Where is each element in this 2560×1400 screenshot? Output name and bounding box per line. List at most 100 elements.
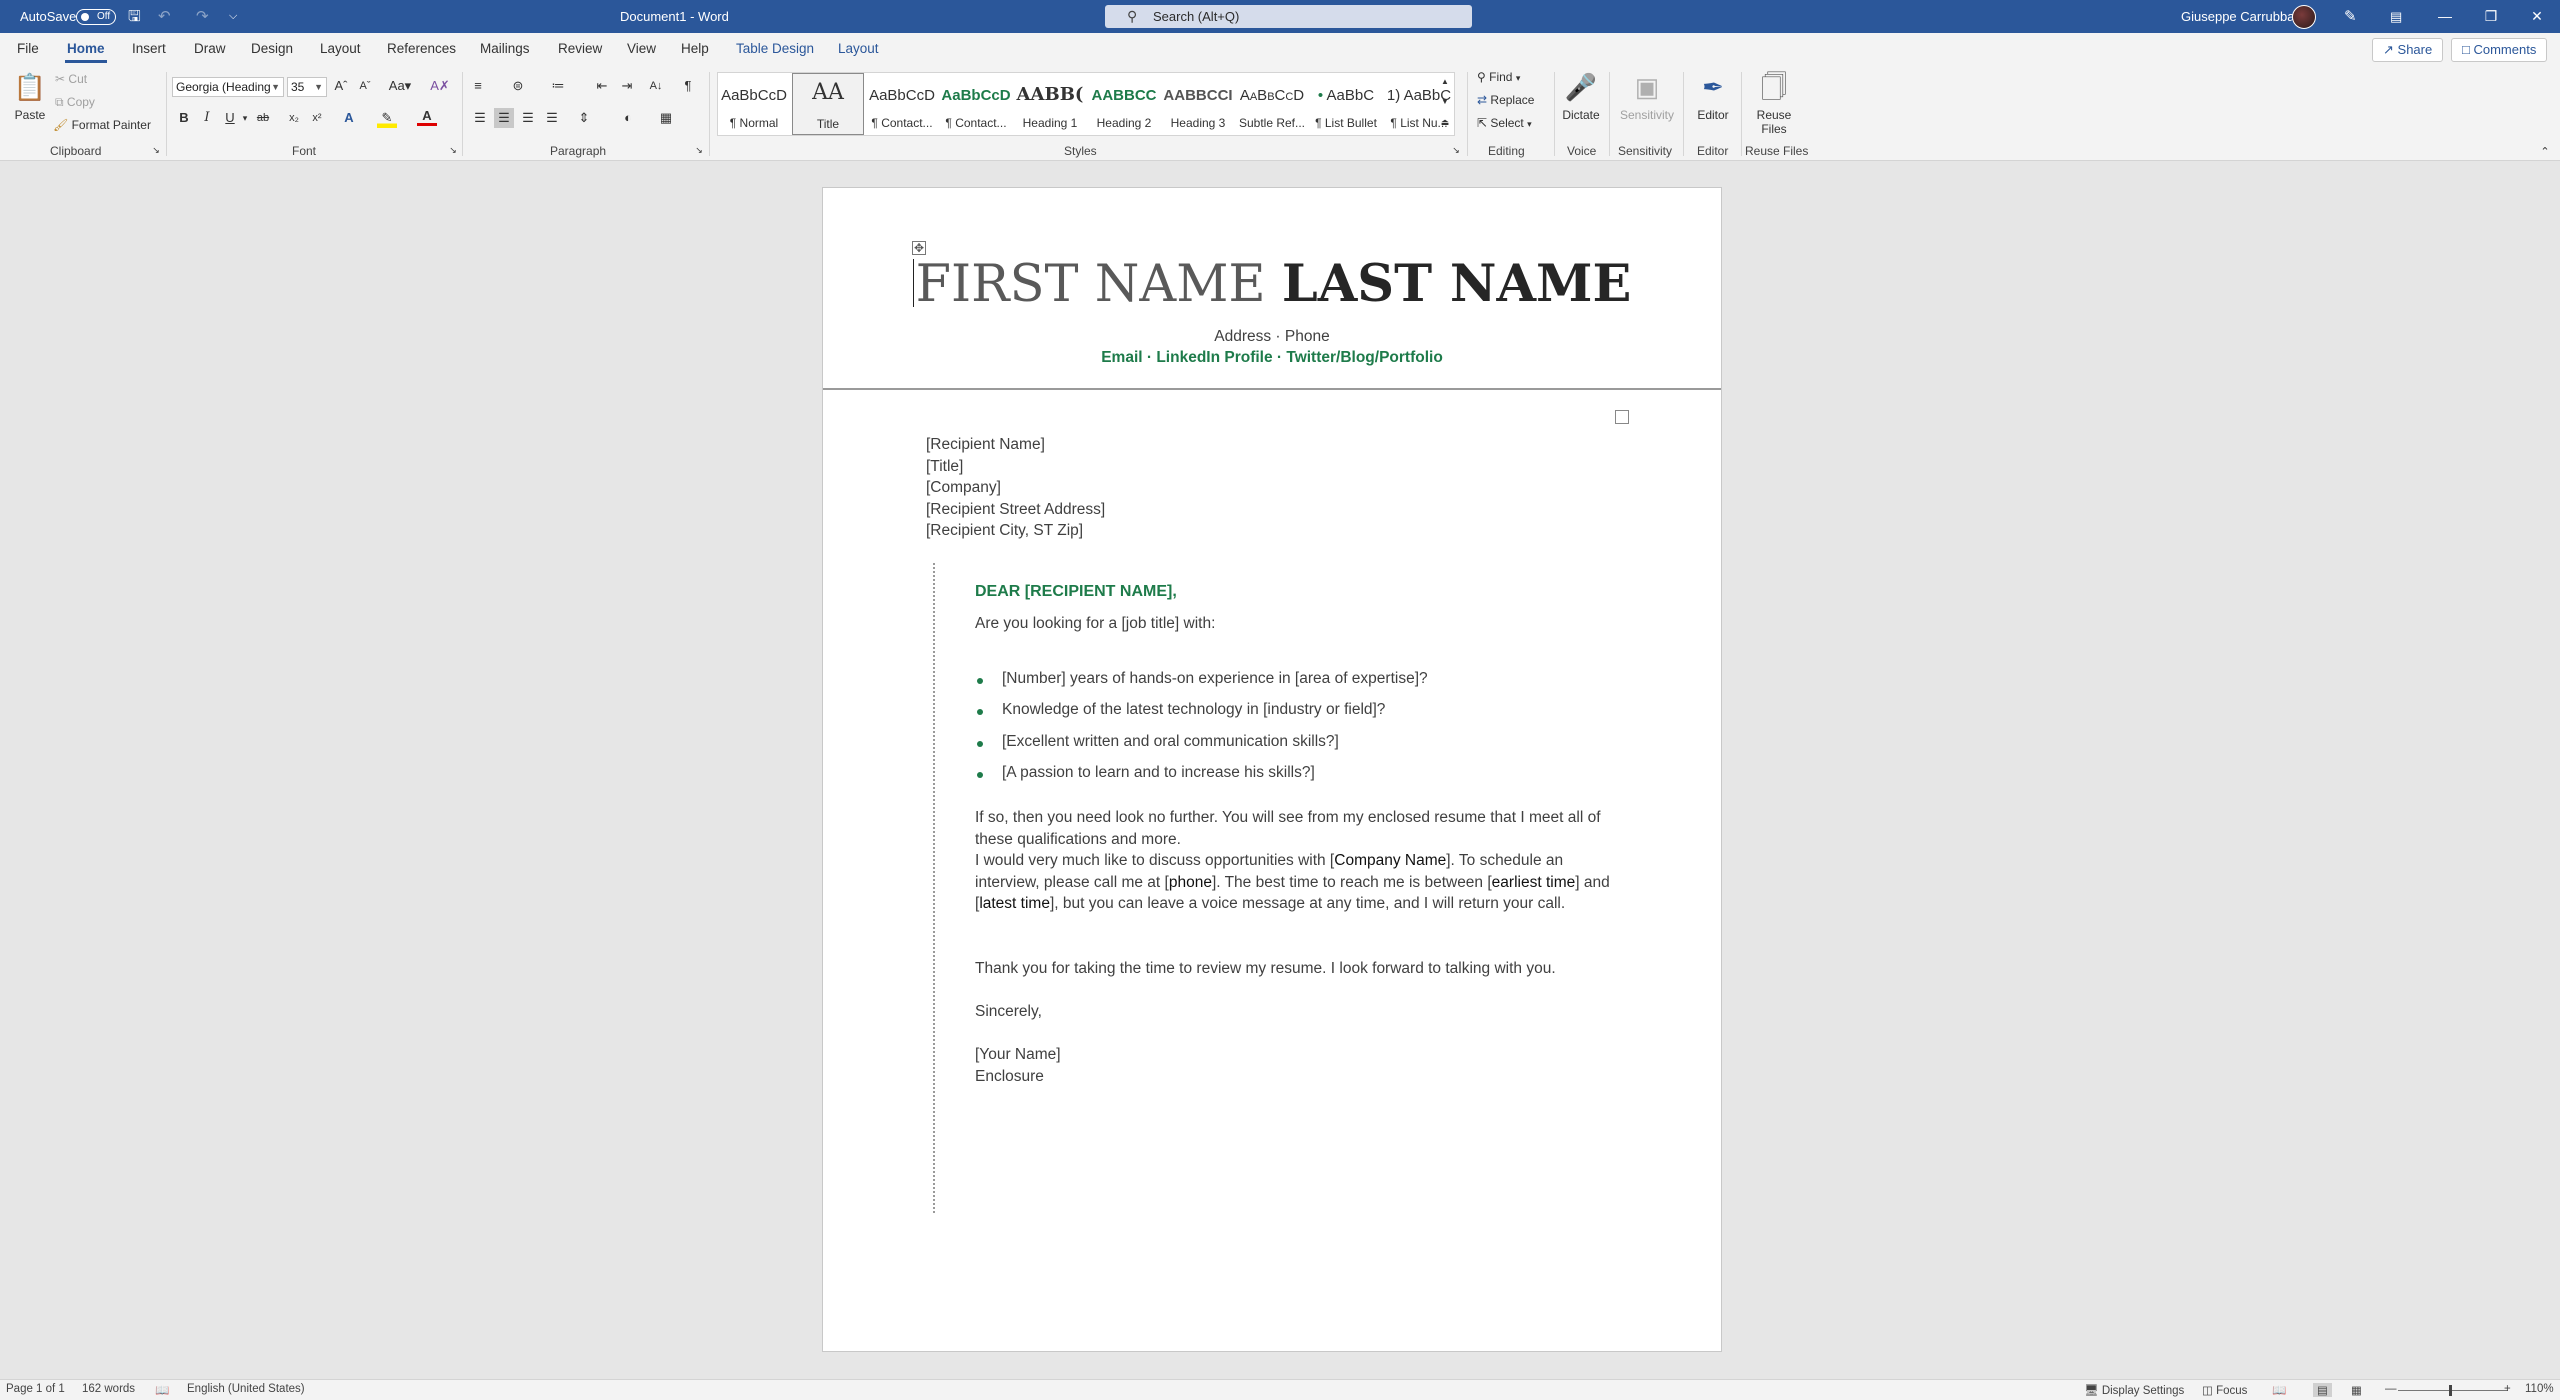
- format-painter-button[interactable]: 🖌 Format Painter: [53, 118, 151, 132]
- tab-mailings[interactable]: Mailings: [480, 41, 530, 56]
- highlight-icon[interactable]: ✎: [377, 108, 397, 128]
- page[interactable]: ✥ FIRST NAME LAST NAME Address · Phone E…: [822, 187, 1722, 1352]
- first-name[interactable]: FIRST NAME: [916, 255, 1266, 314]
- tab-table-layout[interactable]: Layout: [838, 41, 879, 56]
- zoom-level[interactable]: 110%: [2525, 1383, 2554, 1395]
- style-list-bullet[interactable]: • AaBbC ¶ List Bullet: [1310, 73, 1382, 135]
- clear-formatting-icon[interactable]: A✗: [430, 76, 450, 96]
- styles-scroll-up-icon[interactable]: ▲: [1437, 72, 1453, 92]
- paragraph-qualifications[interactable]: If so, then you need look no further. Yo…: [975, 807, 1625, 850]
- close-icon[interactable]: ✕: [2514, 0, 2560, 33]
- page-count[interactable]: Page 1 of 1: [6, 1383, 65, 1395]
- bullets-icon[interactable]: ≡: [468, 76, 488, 96]
- recipient-name[interactable]: [Recipient Name]: [926, 434, 1105, 456]
- align-center-icon[interactable]: ☰: [494, 108, 514, 128]
- paragraph-launcher-icon[interactable]: ↘: [693, 144, 705, 156]
- recipient-street[interactable]: [Recipient Street Address]: [926, 499, 1105, 521]
- paragraph-schedule[interactable]: I would very much like to discuss opport…: [975, 850, 1625, 915]
- minimize-icon[interactable]: —: [2422, 0, 2468, 33]
- tab-view[interactable]: View: [627, 41, 656, 56]
- your-name[interactable]: [Your Name]: [975, 1044, 1625, 1066]
- sort-icon[interactable]: A↓: [646, 76, 666, 96]
- tab-references[interactable]: References: [387, 41, 456, 56]
- last-name[interactable]: LAST NAME: [1282, 254, 1631, 314]
- style-heading-3[interactable]: AABBCCI Heading 3: [1162, 73, 1234, 135]
- customize-toolbar-icon[interactable]: ⌵: [229, 0, 237, 33]
- clipboard-launcher-icon[interactable]: ↘: [150, 144, 162, 156]
- chevron-down-icon[interactable]: ▾: [240, 108, 250, 128]
- display-settings-button[interactable]: 🖥 Display Settings: [2084, 1383, 2184, 1397]
- justify-icon[interactable]: ☰: [542, 108, 562, 128]
- zoom-out-icon[interactable]: —: [2385, 1383, 2397, 1395]
- tab-layout[interactable]: Layout: [320, 41, 361, 56]
- select-button[interactable]: ⇱ Select ▾: [1477, 116, 1532, 130]
- cut-button[interactable]: ✂ Cut: [55, 72, 87, 86]
- tab-help[interactable]: Help: [681, 41, 709, 56]
- address-phone[interactable]: Address · Phone: [823, 328, 1721, 346]
- numbering-icon[interactable]: ⊜: [508, 76, 528, 96]
- enclosure[interactable]: Enclosure: [975, 1066, 1625, 1088]
- earliest-time-placeholder[interactable]: earliest time: [1492, 874, 1576, 891]
- tab-insert[interactable]: Insert: [132, 41, 166, 56]
- ribbon-display-icon[interactable]: ▤: [2390, 0, 2402, 33]
- font-launcher-icon[interactable]: ↘: [447, 144, 459, 156]
- phone-placeholder[interactable]: phone: [1169, 874, 1212, 891]
- intro-paragraph[interactable]: Are you looking for a [job title] with:: [975, 613, 1625, 635]
- style-normal[interactable]: AaBbCcD ¶ Normal: [718, 73, 790, 135]
- undo-icon[interactable]: ↶: [158, 0, 171, 33]
- recipient-city[interactable]: [Recipient City, ST Zip]: [926, 520, 1105, 542]
- tab-file[interactable]: File: [17, 41, 39, 56]
- contact-links[interactable]: Email · LinkedIn Profile · Twitter/Blog/…: [823, 349, 1721, 367]
- editor-button[interactable]: ✒ Editor: [1690, 70, 1736, 122]
- subscript-icon[interactable]: x₂: [284, 108, 304, 128]
- superscript-icon[interactable]: x²: [307, 108, 327, 128]
- name-heading[interactable]: FIRST NAME LAST NAME: [823, 254, 1721, 314]
- increase-indent-icon[interactable]: ⇥: [617, 76, 637, 96]
- zoom-slider[interactable]: [2398, 1390, 2508, 1391]
- borders-icon[interactable]: ▦: [656, 108, 676, 128]
- comments-button[interactable]: □ Comments: [2451, 38, 2548, 62]
- closing[interactable]: Sincerely,: [975, 1001, 1625, 1023]
- proofing-icon[interactable]: 📖: [155, 1383, 169, 1397]
- sensitivity-button[interactable]: ▣ Sensitivity: [1614, 70, 1680, 122]
- salutation[interactable]: DEAR [RECIPIENT NAME],: [975, 583, 1177, 601]
- paste-button[interactable]: 📋 Paste: [12, 70, 48, 122]
- style-contact-1[interactable]: AaBbCcD ¶ Contact...: [866, 73, 938, 135]
- grow-font-icon[interactable]: Aˆ: [331, 76, 351, 96]
- recipient-block[interactable]: [Recipient Name] [Title] [Company] [Reci…: [926, 434, 1105, 542]
- tab-design[interactable]: Design: [251, 41, 293, 56]
- decrease-indent-icon[interactable]: ⇤: [592, 76, 612, 96]
- style-contact-2[interactable]: AaBbCcD ¶ Contact...: [940, 73, 1012, 135]
- text-effects-icon[interactable]: A: [339, 108, 359, 128]
- styles-more-icon[interactable]: ⏏: [1437, 112, 1453, 132]
- web-layout-icon[interactable]: ▦: [2351, 1383, 2362, 1397]
- latest-time-placeholder[interactable]: latest time: [979, 895, 1050, 912]
- strikethrough-icon[interactable]: ab: [253, 108, 273, 128]
- dictate-button[interactable]: 🎤 Dictate: [1560, 70, 1602, 122]
- language[interactable]: English (United States): [187, 1383, 305, 1395]
- user-name[interactable]: Giuseppe Carrubba: [2181, 0, 2294, 33]
- align-right-icon[interactable]: ☰: [518, 108, 538, 128]
- tab-home[interactable]: Home: [65, 41, 107, 63]
- show-marks-icon[interactable]: ¶: [678, 76, 698, 96]
- styles-launcher-icon[interactable]: ↘: [1450, 144, 1462, 156]
- change-case-icon[interactable]: Aa▾: [386, 76, 414, 96]
- focus-button[interactable]: ◫ Focus: [2202, 1383, 2247, 1397]
- zoom-in-icon[interactable]: +: [2504, 1383, 2511, 1395]
- bold-icon[interactable]: B: [174, 108, 194, 128]
- save-icon[interactable]: 🖫: [128, 0, 141, 33]
- recipient-company[interactable]: [Company]: [926, 477, 1105, 499]
- replace-button[interactable]: ⇄ Replace: [1477, 93, 1534, 107]
- word-count[interactable]: 162 words: [82, 1383, 135, 1395]
- style-subtle-reference[interactable]: AaBbCcD Subtle Ref...: [1236, 73, 1308, 135]
- reuse-files-button[interactable]: 🗍 Reuse Files: [1748, 70, 1800, 136]
- company-placeholder[interactable]: Company Name: [1334, 852, 1446, 869]
- styles-scroll-down-icon[interactable]: ▼: [1437, 92, 1453, 112]
- multilevel-list-icon[interactable]: ≔: [548, 76, 568, 96]
- pen-icon[interactable]: ✎: [2344, 0, 2357, 33]
- style-heading-1[interactable]: AABB(Heading 1: [1014, 73, 1086, 135]
- print-layout-icon[interactable]: ▤: [2313, 1383, 2332, 1397]
- shrink-font-icon[interactable]: Aˇ: [355, 76, 375, 96]
- table-move-handle-icon[interactable]: ✥: [912, 241, 926, 255]
- restore-icon[interactable]: ❐: [2468, 0, 2514, 33]
